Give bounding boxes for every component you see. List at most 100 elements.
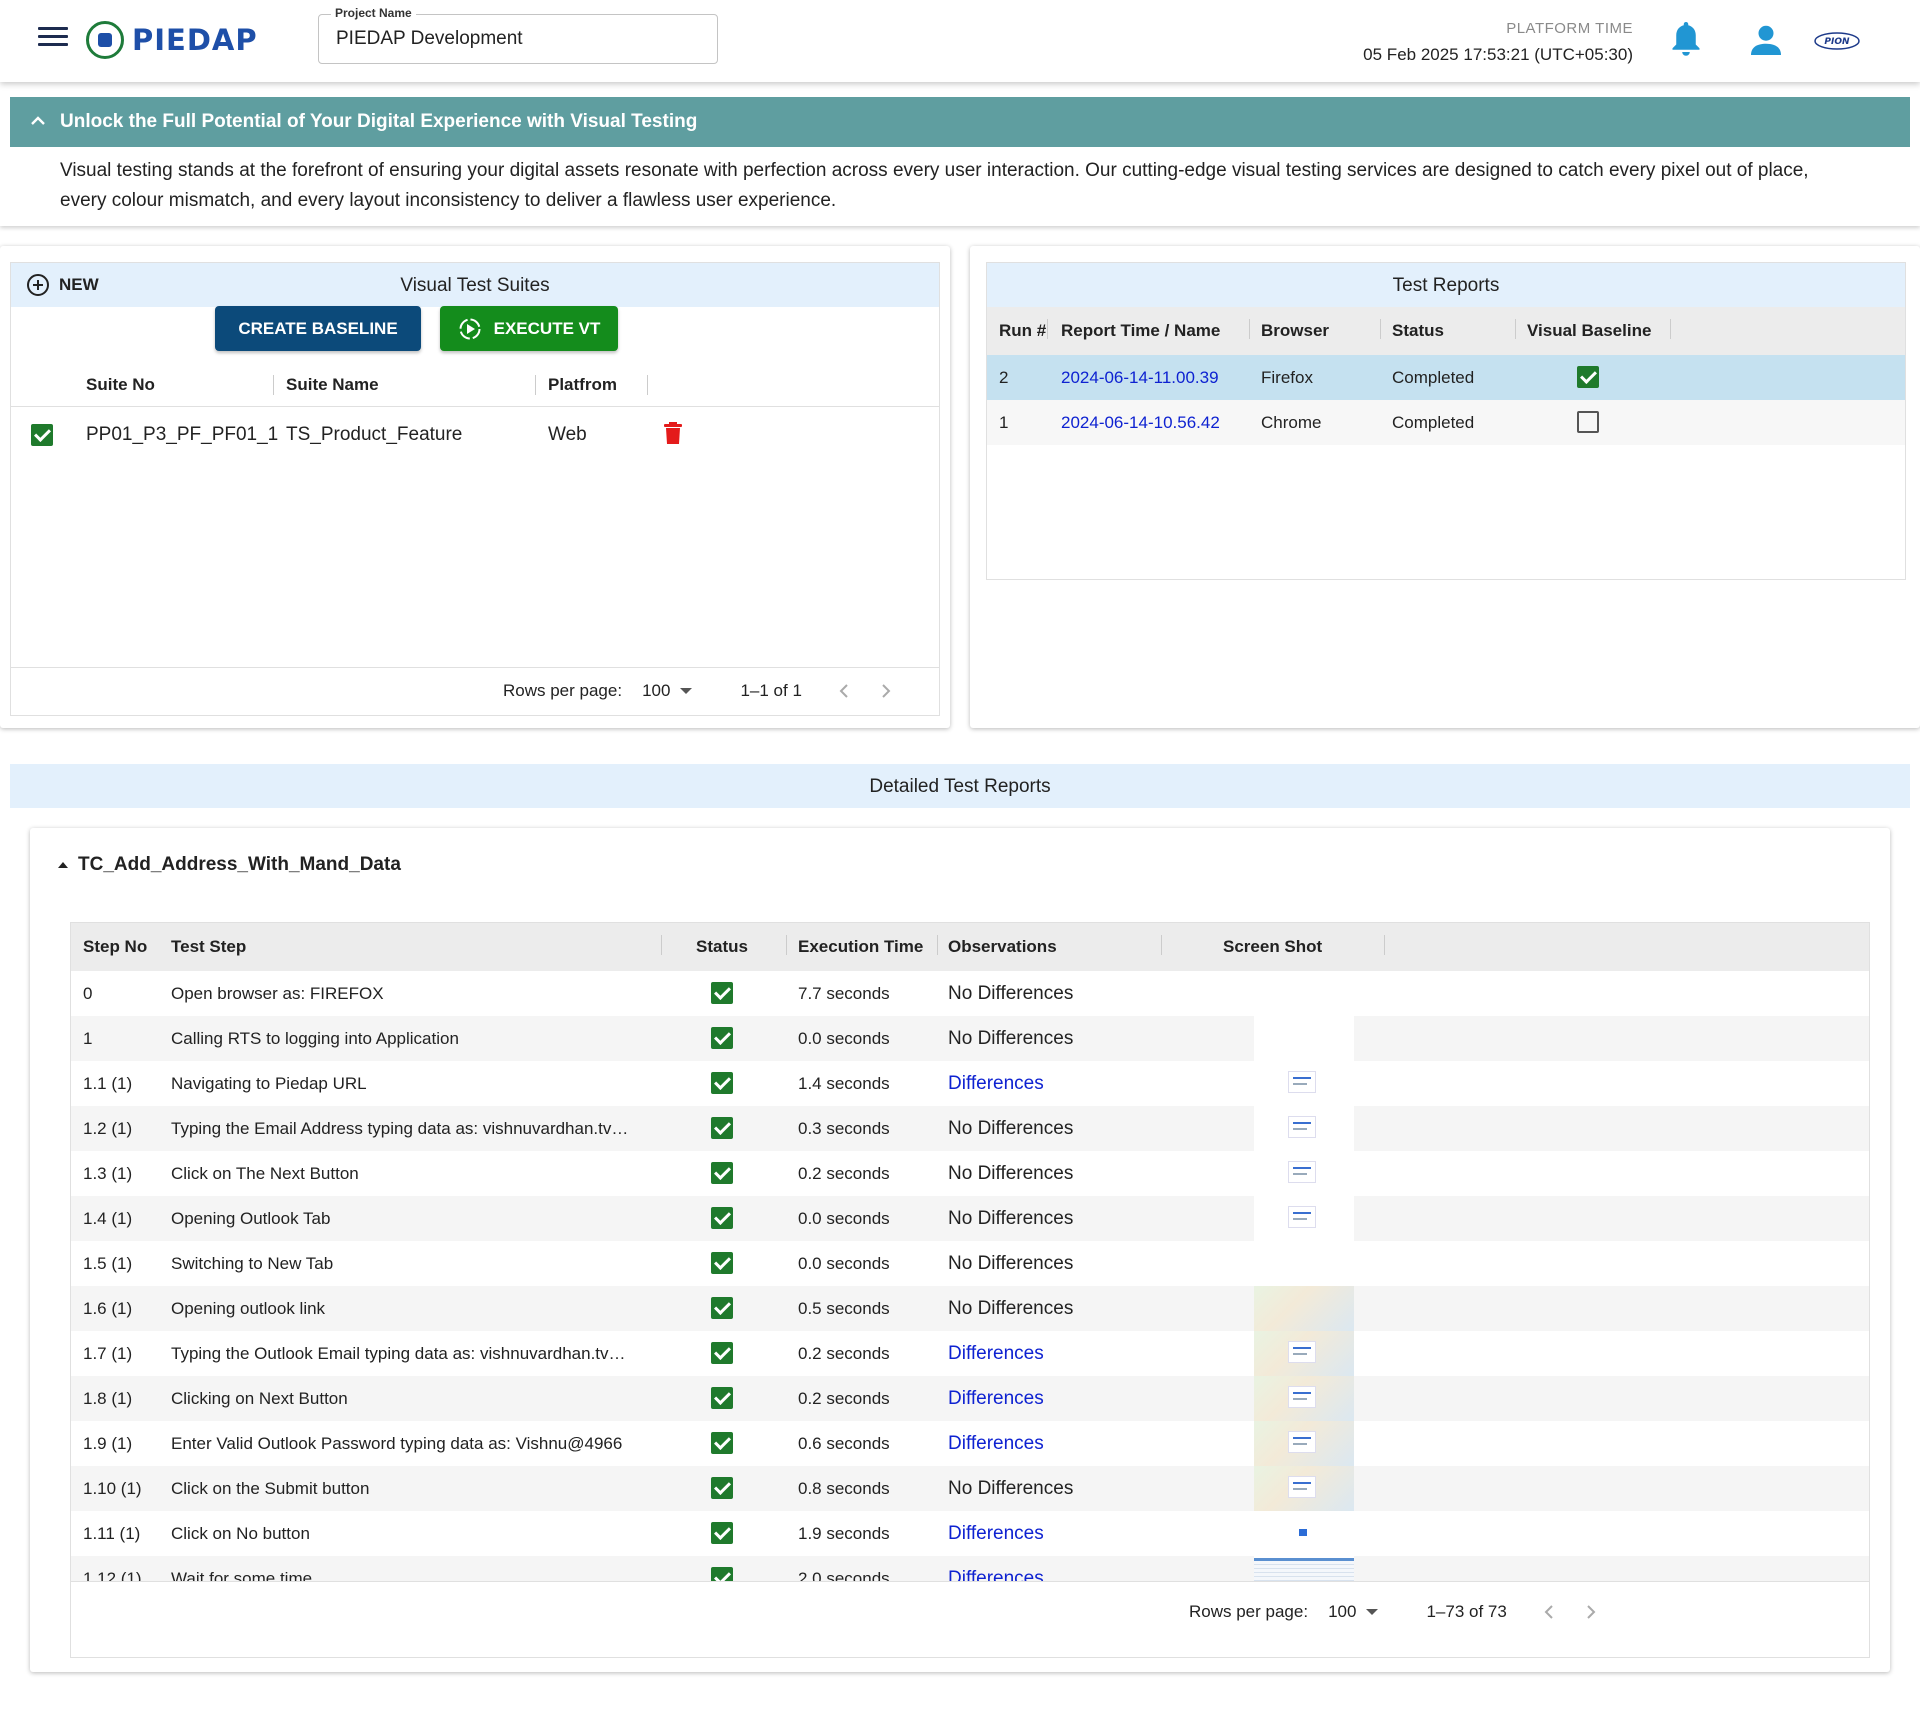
logo-text: PIEDAP [132,23,258,57]
col-platform[interactable]: Platfrom [548,375,617,395]
col-status[interactable]: Status [696,937,748,957]
status-checkbox[interactable] [711,1162,733,1184]
status-checkbox[interactable] [711,1072,733,1094]
delete-trash-icon[interactable] [663,421,683,445]
create-baseline-button[interactable]: CREATE BASELINE [215,306,421,351]
banner-toggle[interactable]: Unlock the Full Potential of Your Digita… [10,97,1910,147]
status-checkbox[interactable] [711,1522,733,1544]
status-checkbox[interactable] [711,1387,733,1409]
browser-cell: Firefox [1261,368,1313,387]
col-visual-baseline[interactable]: Visual Baseline [1527,321,1651,341]
status-checkbox[interactable] [711,1297,733,1319]
table-row[interactable]: 1.8 (1) Clicking on Next Button 0.2 second… [71,1376,1869,1421]
col-suite-no[interactable]: Suite No [86,375,155,395]
table-row[interactable]: 1.2 (1) Typing the Email Address typing d… [71,1106,1869,1151]
differences-link[interactable]: Differences [948,1433,1044,1455]
steps-pagination: Rows per page: 100 1–73 of 73 [1189,1602,1599,1622]
screenshot-thumbnail[interactable] [1254,1421,1354,1466]
project-name-field[interactable]: Project Name [318,6,718,64]
status-checkbox[interactable] [711,1117,733,1139]
status-checkbox[interactable] [711,1027,733,1049]
status-checkbox[interactable] [711,1432,733,1454]
status-checkbox[interactable] [711,1252,733,1274]
differences-link[interactable]: Differences [948,1388,1044,1410]
report-name-link[interactable]: 2024-06-14-11.00.39 [1061,368,1219,388]
testcase-toggle[interactable]: TC_Add_Address_With_Mand_Data [58,854,401,876]
screenshot-thumbnail[interactable] [1254,1151,1354,1196]
report-name-link[interactable]: 2024-06-14-10.56.42 [1061,413,1220,433]
screenshot-thumbnail[interactable] [1254,1331,1354,1376]
table-row[interactable]: 1.1 (1) Navigating to Piedap URL 1.4 secon… [71,1061,1869,1106]
platform-cell: Web [548,424,587,445]
pion-logo[interactable]: PION [1813,28,1861,54]
col-test-step[interactable]: Test Step [171,937,246,957]
test-step-cell: Enter Valid Outlook Password typing data… [171,1434,623,1453]
rows-per-page-select[interactable]: 100 [642,681,693,701]
hamburger-menu-icon[interactable] [38,27,68,53]
screenshot-thumbnail[interactable] [1254,1376,1354,1421]
previous-page-icon[interactable] [836,683,852,699]
baseline-checkbox[interactable] [1577,411,1599,433]
test-step-cell: Switching to New Tab [171,1254,334,1273]
screenshot-thumbnail[interactable] [1254,1511,1354,1556]
table-row[interactable]: 1.4 (1) Opening Outlook Tab 0.0 seconds No … [71,1196,1869,1241]
status-checkbox[interactable] [711,1477,733,1499]
step-no-cell: 1.8 (1) [83,1389,133,1408]
screenshot-thumbnail[interactable] [1254,1556,1354,1581]
table-row[interactable]: 1 Calling RTS to logging into Application… [71,1016,1869,1061]
steps-footer: Rows per page: 100 1–73 of 73 [71,1581,1869,1657]
baseline-checkbox[interactable] [1577,366,1599,388]
col-execution-time[interactable]: Execution Time [798,937,923,957]
user-account-icon[interactable] [1748,22,1784,58]
new-suite-button[interactable]: NEW [27,273,99,297]
col-observations[interactable]: Observations [948,937,1057,957]
col-report-time[interactable]: Report Time / Name [1061,321,1220,341]
execute-vt-button[interactable]: EXECUTE VT [440,306,618,351]
col-run[interactable]: Run # [999,321,1046,341]
project-name-input[interactable] [319,15,717,63]
status-checkbox[interactable] [711,982,733,1004]
col-screen-shot[interactable]: Screen Shot [1223,937,1322,957]
previous-page-icon[interactable] [1541,1604,1557,1620]
table-row[interactable]: 1.5 (1) Switching to New Tab 0.0 seconds No… [71,1241,1869,1286]
table-row[interactable]: 1.12 (1) Wait for some time 2.0 seconds Dif… [71,1556,1869,1581]
differences-link[interactable]: Differences [948,1073,1044,1095]
differences-link[interactable]: Differences [948,1568,1044,1581]
report-row[interactable]: 1 2024-06-14-10.56.42 Chrome Completed [987,400,1905,445]
status-checkbox[interactable] [711,1567,733,1581]
suite-row[interactable]: PP01_P3_PF_PF01_1 TS_Product_Feature Web [11,413,939,457]
reports-title: Test Reports [1392,275,1500,296]
differences-link[interactable]: Differences [948,1523,1044,1545]
status-checkbox[interactable] [711,1342,733,1364]
next-page-icon[interactable] [1583,1604,1599,1620]
col-status[interactable]: Status [1392,321,1444,341]
table-row[interactable]: 1.6 (1) Opening outlook link 0.5 seconds No… [71,1286,1869,1331]
notification-bell-icon[interactable] [1668,20,1704,60]
screenshot-thumbnail[interactable] [1254,1286,1354,1331]
screenshot-thumbnail[interactable] [1254,1106,1354,1151]
table-row[interactable]: 1.11 (1) Click on No button 1.9 seconds Dif… [71,1511,1869,1556]
rows-per-page-select[interactable]: 100 [1328,1602,1379,1622]
screenshot-thumbnail[interactable] [1254,1016,1354,1061]
col-step-no[interactable]: Step No [83,937,147,957]
col-suite-name[interactable]: Suite Name [286,375,379,395]
logo-mark-icon [86,21,124,59]
differences-link[interactable]: Differences [948,1343,1044,1365]
report-row[interactable]: 2 2024-06-14-11.00.39 Firefox Completed [987,355,1905,400]
next-page-icon[interactable] [878,683,894,699]
table-row[interactable]: 1.7 (1) Typing the Outlook Email typing d… [71,1331,1869,1376]
screenshot-thumbnail[interactable] [1254,1466,1354,1511]
table-row[interactable]: 0 Open browser as: FIREFOX 7.7 seconds No D… [71,971,1869,1016]
piedap-logo[interactable]: PIEDAP [86,20,258,60]
table-row[interactable]: 1.9 (1) Enter Valid Outlook Password typi… [71,1421,1869,1466]
screenshot-thumbnail[interactable] [1254,1196,1354,1241]
suite-row-checkbox[interactable] [31,424,53,446]
step-no-cell: 1.2 (1) [83,1119,133,1138]
screenshot-thumbnail[interactable] [1254,1061,1354,1106]
status-checkbox[interactable] [711,1207,733,1229]
table-row[interactable]: 1.3 (1) Click on The Next Button 0.2 secon… [71,1151,1869,1196]
table-row[interactable]: 1.10 (1) Click on the Submit button 0.8 se… [71,1466,1869,1511]
chevron-up-icon [31,116,45,125]
col-browser[interactable]: Browser [1261,321,1329,341]
test-step-cell: Wait for some time [171,1569,313,1581]
